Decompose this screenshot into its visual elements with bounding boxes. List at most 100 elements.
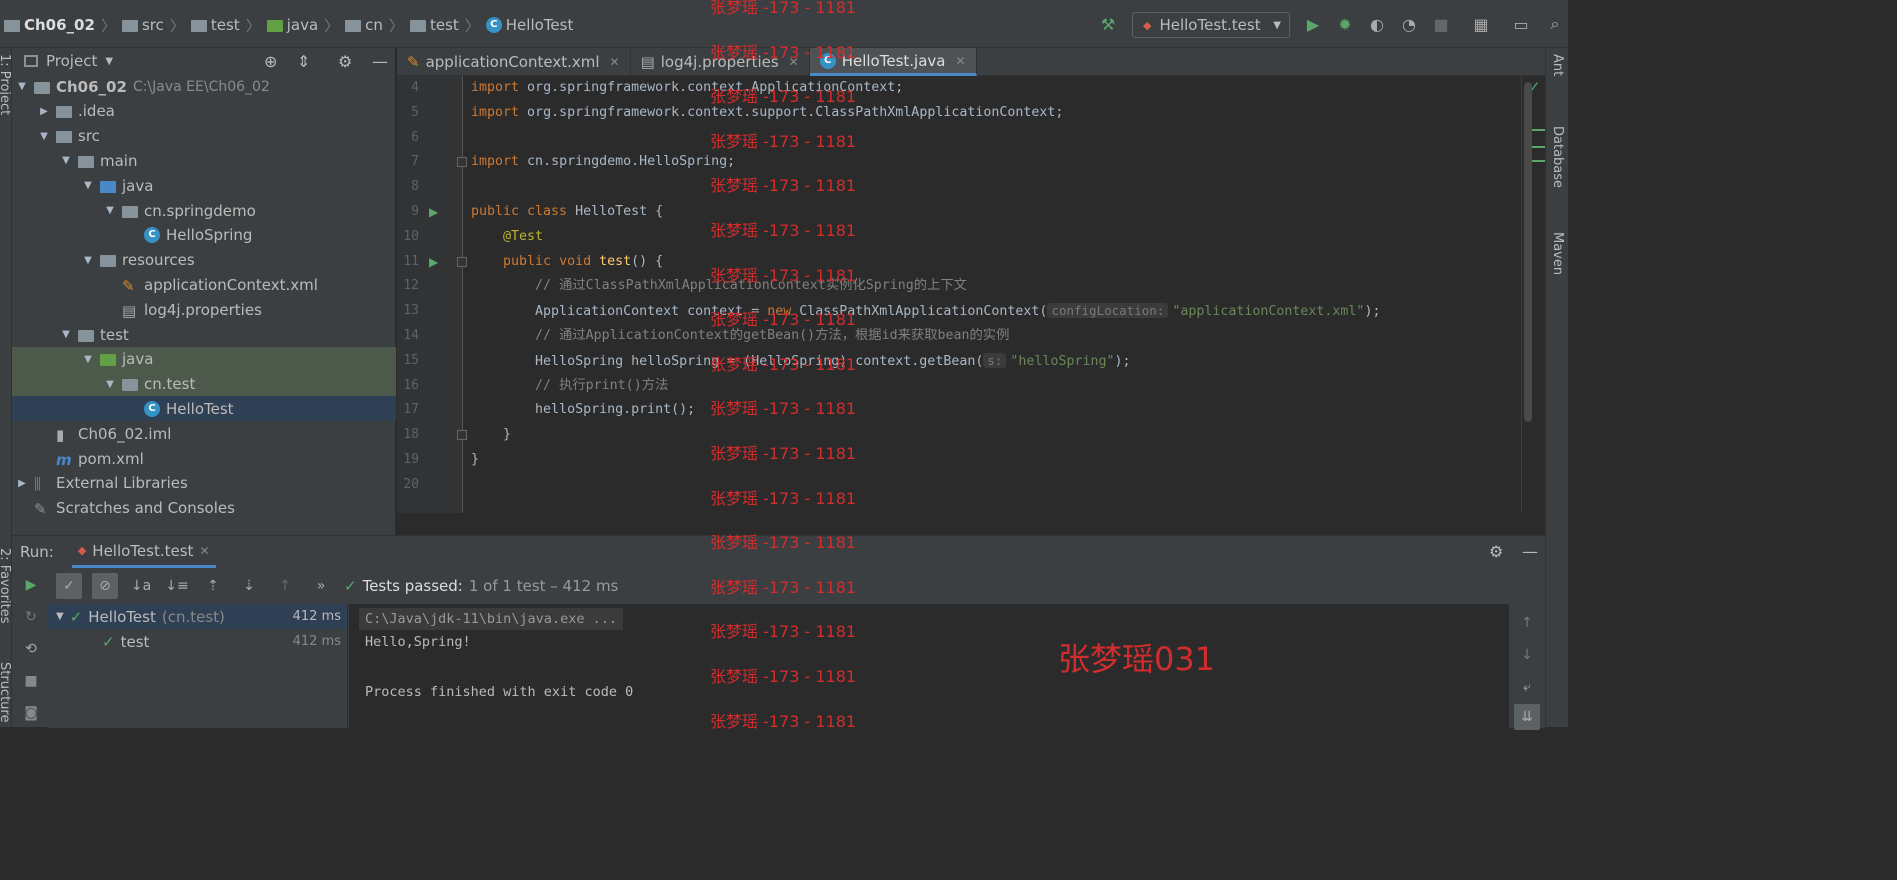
chevron-right-icon[interactable]: ▶ — [16, 478, 28, 489]
passed-check-icon: ✓ — [344, 577, 357, 595]
chevron-down-icon[interactable]: ▼ — [82, 255, 94, 266]
stop-icon[interactable]: ■ — [1431, 14, 1451, 34]
chevron-down-icon[interactable]: ▼ — [16, 81, 28, 92]
code-line[interactable]: } — [471, 423, 511, 448]
chevron-down-icon[interactable]: ▼ — [82, 354, 94, 365]
tree-node[interactable]: C HelloTest — [12, 396, 396, 422]
tree-node[interactable]: ▤ log4j.properties — [12, 297, 396, 322]
sort-alpha-icon[interactable]: ↓a — [128, 573, 154, 599]
camera-icon[interactable]: ◙ — [18, 700, 44, 726]
scroll-to-end-icon[interactable]: ⇊ — [1514, 704, 1540, 730]
code-line[interactable]: public void test() { — [471, 250, 663, 275]
tree-node[interactable]: ▼ main — [12, 148, 396, 173]
favorites-tool-tab[interactable]: 2: Favorites — [0, 548, 12, 624]
close-icon[interactable]: ✕ — [610, 55, 620, 69]
tree-node[interactable]: ▼ java — [12, 173, 396, 198]
tree-node[interactable]: ▮ Ch06_02.iml — [12, 421, 396, 446]
tree-node[interactable]: ✎ applicationContext.xml — [12, 272, 396, 297]
tree-node[interactable]: ▶ ⫼ External Libraries — [12, 471, 396, 496]
tree-node[interactable]: ▼ cn.springdemo — [12, 198, 396, 223]
chevron-right-icon[interactable]: ▶ — [38, 106, 50, 117]
breadcrumb-item[interactable]: cn — [365, 16, 383, 34]
chevron-down-icon[interactable]: ▼ — [104, 205, 116, 216]
run-tab[interactable]: ◆ HelloTest.test ✕ — [71, 536, 216, 568]
build-hammer-icon[interactable]: ⚒ — [1098, 14, 1118, 34]
breadcrumb-item[interactable]: HelloTest — [506, 16, 574, 34]
coverage-icon[interactable]: ◐ — [1367, 14, 1387, 34]
breadcrumb-item[interactable]: test — [211, 16, 240, 34]
project-panel-header: Project ▼ ⊕ ⇕ ⚙ — — [12, 48, 395, 74]
maven-tool-tab[interactable]: Maven — [1550, 232, 1565, 275]
breadcrumb-item[interactable]: java — [287, 16, 318, 34]
code-line[interactable]: @Test — [471, 225, 543, 250]
close-icon[interactable]: ✕ — [955, 54, 965, 68]
tree-node[interactable]: ✎ Scratches and Consoles — [12, 496, 396, 521]
project-structure-icon[interactable]: ▦ — [1471, 14, 1491, 34]
chevron-down-icon[interactable]: ▼ — [105, 56, 113, 67]
chevron-down-icon[interactable]: ▼ — [38, 131, 50, 142]
tree-node[interactable]: ▼ java — [12, 346, 396, 372]
up-arrow-icon[interactable]: ↑ — [1514, 610, 1540, 636]
stop-icon[interactable]: ■ — [18, 668, 44, 694]
locate-icon[interactable]: ⊕ — [264, 52, 277, 71]
run-icon[interactable]: ▶ — [1303, 14, 1323, 34]
chevron-down-icon[interactable]: ▼ — [60, 329, 72, 340]
down-arrow-icon[interactable]: ↓ — [1514, 642, 1540, 668]
chevron-down-icon[interactable]: ▼ — [82, 180, 94, 191]
breadcrumb-item[interactable]: test — [430, 16, 459, 34]
project-panel-title[interactable]: Project — [46, 52, 97, 70]
code-line[interactable]: // 执行print()方法 — [471, 374, 668, 399]
tree-node[interactable]: ▶ .idea — [12, 99, 396, 124]
breadcrumb-item[interactable]: Ch06_02 — [24, 16, 95, 34]
terminal-icon[interactable]: ▭ — [1511, 14, 1531, 34]
code-line[interactable]: } — [471, 448, 479, 473]
console-output[interactable]: C:\Java\jdk-11\bin\java.exe ... Hello,Sp… — [349, 604, 1509, 728]
expand-all-icon[interactable]: ⇡ — [200, 573, 226, 599]
tree-node[interactable]: ▼ test — [12, 322, 396, 347]
code-area[interactable]: import org.springframework.context.Appli… — [397, 76, 1521, 513]
code-line[interactable]: ApplicationContext context = new ClassPa… — [471, 299, 1380, 325]
minimize-icon[interactable]: — — [1522, 542, 1538, 561]
toggle-auto-test-icon[interactable]: ⟲ — [18, 636, 44, 662]
test-result-row[interactable]: ✓ test 412 ms — [48, 629, 347, 654]
class-icon: C — [144, 400, 160, 417]
run-config-select[interactable]: ◆ HelloTest.test ▼ — [1132, 12, 1290, 38]
minimize-icon[interactable]: — — [372, 52, 388, 71]
sort-duration-icon[interactable]: ↓≡ — [164, 573, 190, 599]
chevron-down-icon[interactable]: ▼ — [60, 155, 72, 166]
chevron-down-icon[interactable]: ▼ — [56, 611, 64, 622]
editor-tab[interactable]: ✎ applicationContext.xml ✕ — [397, 48, 631, 76]
code-line[interactable]: import cn.springdemo.HelloSpring; — [471, 150, 735, 175]
rerun-icon[interactable]: ▶ — [18, 572, 44, 598]
collapse-all-icon[interactable]: ⇕ — [297, 52, 310, 71]
tree-node[interactable]: ▼ src — [12, 124, 396, 149]
tree-node[interactable]: ▼ resources — [12, 248, 396, 273]
up-arrow-icon[interactable]: ↑ — [272, 573, 298, 599]
code-line[interactable]: public class HelloTest { — [471, 200, 663, 225]
code-line[interactable]: helloSpring.print(); — [471, 398, 695, 423]
collapse-all-icon[interactable]: ⇣ — [236, 573, 262, 599]
debug-icon[interactable]: ✹ — [1335, 14, 1355, 34]
test-result-row[interactable]: ▼ ✓ HelloTest (cn.test) 412 ms — [48, 604, 347, 629]
more-icon[interactable]: » — [308, 573, 334, 599]
ant-tool-tab[interactable]: Ant — [1550, 54, 1565, 76]
search-everywhere-icon[interactable]: ⌕ — [1545, 14, 1565, 34]
gear-icon[interactable]: ⚙ — [1489, 542, 1503, 561]
scrollbar-thumb[interactable] — [1524, 82, 1532, 422]
structure-tool-tab[interactable]: Structure — [0, 662, 12, 722]
rerun-failed-icon[interactable]: ↻ — [18, 604, 44, 630]
project-tool-tab[interactable]: 1: Project — [0, 54, 12, 115]
close-icon[interactable]: ✕ — [199, 544, 209, 558]
tree-node[interactable]: ▼ cn.test — [12, 371, 396, 397]
database-tool-tab[interactable]: Database — [1550, 126, 1565, 188]
profile-icon[interactable]: ◔ — [1399, 14, 1419, 34]
soft-wrap-icon[interactable]: ⤶ — [1514, 674, 1540, 700]
gear-icon[interactable]: ⚙ — [338, 52, 352, 71]
show-passed-icon[interactable]: ✓ — [56, 573, 82, 599]
chevron-down-icon[interactable]: ▼ — [104, 379, 116, 390]
show-ignored-icon[interactable]: ⊘ — [92, 573, 118, 599]
breadcrumb-item[interactable]: src — [142, 16, 164, 34]
tree-node[interactable]: C HelloSpring — [12, 223, 396, 248]
tree-node[interactable]: ▼ Ch06_02 C:\Java EE\Ch06_02 — [12, 74, 396, 99]
tree-node[interactable]: m pom.xml — [12, 446, 396, 471]
